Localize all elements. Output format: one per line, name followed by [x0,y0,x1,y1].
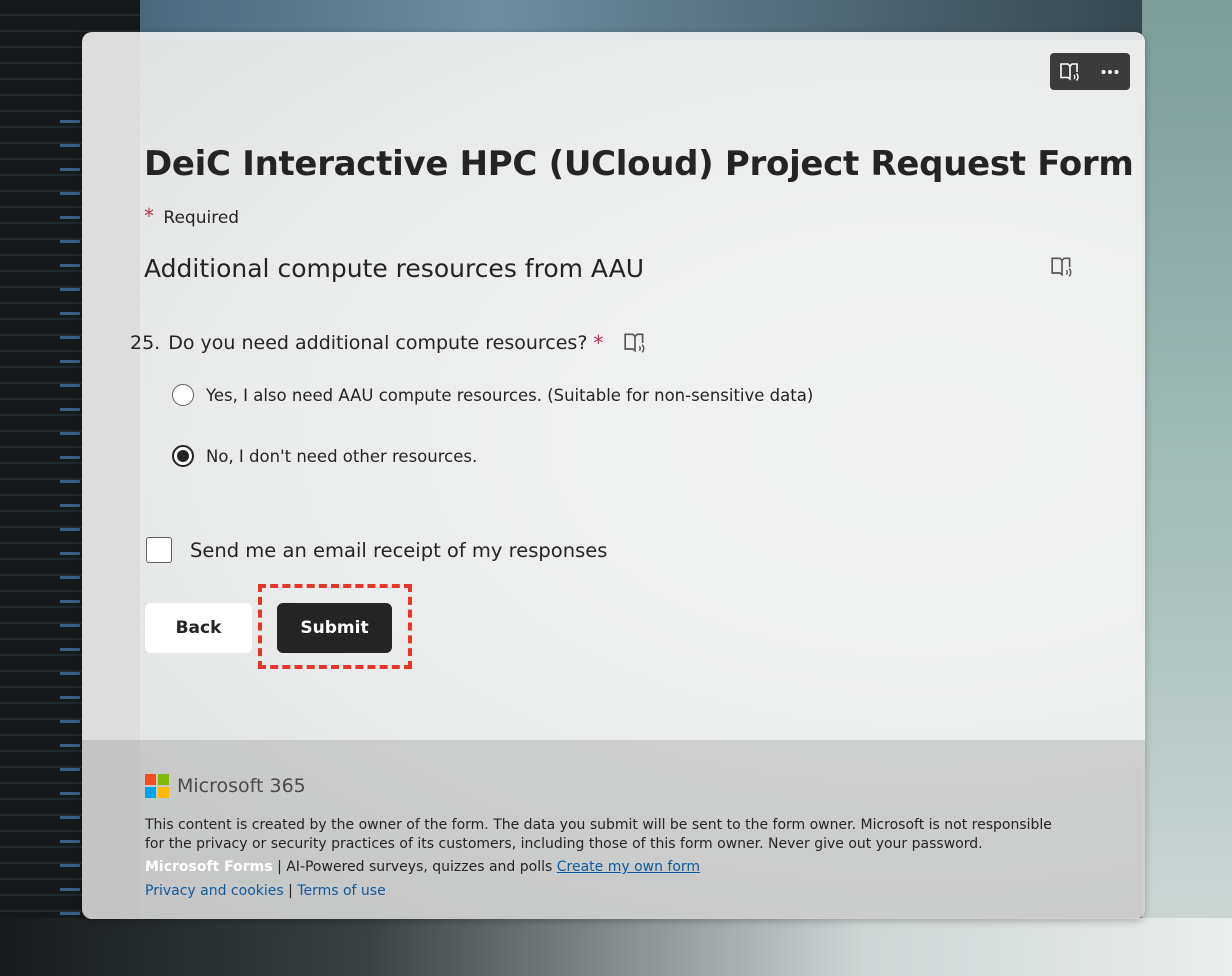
immersive-reader-button[interactable] [1055,57,1085,87]
question-title: 25. Do you need additional compute resou… [130,331,647,355]
forms-tagline: AI-Powered surveys, quizzes and polls [286,859,553,875]
forms-promo-line: Microsoft Forms | AI-Powered surveys, qu… [145,859,700,875]
form-card: DeiC Interactive HPC (UCloud) Project Re… [82,32,1145,919]
legal-separator: | [288,883,293,899]
form-title: DeiC Interactive HPC (UCloud) Project Re… [144,144,1134,184]
required-label: Required [163,208,240,228]
microsoft-forms-brand: Microsoft Forms [145,859,273,875]
forms-separator: | [277,859,282,875]
privacy-and-cookies-link[interactable]: Privacy and cookies [145,883,284,899]
required-note: * Required [144,204,239,228]
required-star: * [144,204,154,228]
section-title: Additional compute resources from AAU [144,254,645,283]
form-toolbar [1050,53,1130,90]
section-immersive-reader-button[interactable] [1050,256,1074,282]
more-options-button[interactable] [1095,57,1125,87]
microsoft-365-label: Microsoft 365 [177,775,306,797]
submit-button[interactable]: Submit [277,603,392,653]
radio-button-no[interactable] [172,445,194,467]
immersive-reader-icon [624,333,645,353]
more-options-icon [1101,69,1119,74]
create-my-own-form-link[interactable]: Create my own form [557,859,700,875]
question-number: 25. [130,332,161,354]
email-receipt-label: Send me an email receipt of my responses [190,538,608,562]
radio-option-label: Yes, I also need AAU compute resources. … [206,385,814,405]
radio-option-no[interactable]: No, I don't need other resources. [172,445,477,467]
email-receipt-checkbox[interactable] [146,537,172,563]
microsoft-365-logo: Microsoft 365 [145,774,306,798]
back-button[interactable]: Back [145,603,252,653]
microsoft-logo-icon [145,774,169,798]
question-immersive-reader-button[interactable] [623,332,647,354]
legal-links: Privacy and cookies | Terms of use [145,883,386,899]
background-wall [1142,0,1232,976]
immersive-reader-icon [1051,257,1072,277]
radio-button-yes[interactable] [172,384,194,406]
immersive-reader-icon [1060,62,1079,81]
question-text: Do you need additional compute resources… [168,332,588,354]
email-receipt-option[interactable]: Send me an email receipt of my responses [146,537,607,563]
radio-option-label: No, I don't need other resources. [206,446,478,466]
form-footer: Microsoft 365 This content is created by… [82,740,1145,919]
question-required-star: * [593,331,604,355]
footer-disclaimer: This content is created by the owner of … [145,817,1052,852]
background-floor [0,918,1232,976]
terms-of-use-link[interactable]: Terms of use [297,883,385,899]
radio-option-yes[interactable]: Yes, I also need AAU compute resources. … [172,384,813,406]
